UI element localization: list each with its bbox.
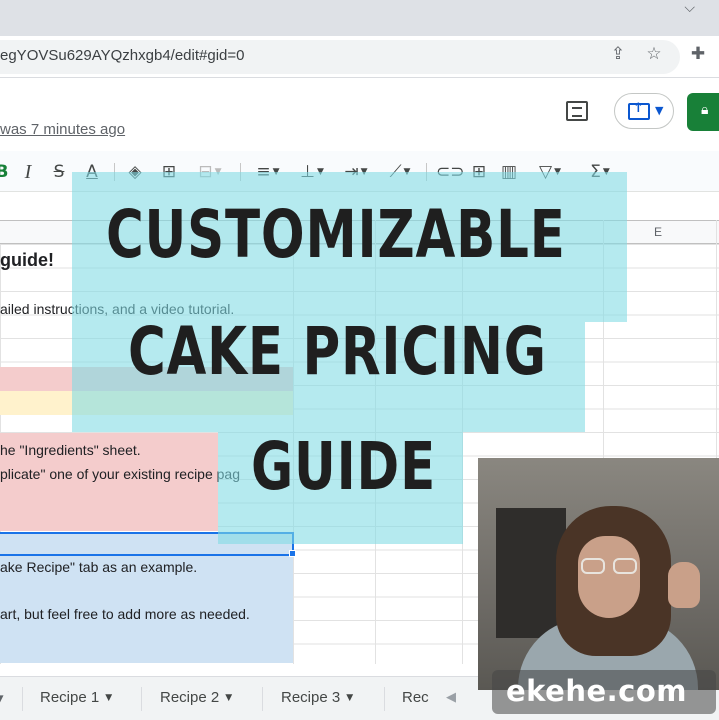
- browser-tabstrip: ⌵: [0, 0, 719, 36]
- italic-button[interactable]: I: [18, 160, 38, 184]
- sheet-tab-label: Recipe 3: [281, 689, 341, 706]
- watermark-text: ekehe.com: [506, 674, 688, 708]
- url-text[interactable]: egYOVSu629AYQzhxgb4/edit#gid=0: [0, 47, 244, 64]
- bold-button[interactable]: B: [0, 160, 10, 184]
- cell-text[interactable]: plicate" one of your existing recipe pag: [0, 466, 240, 482]
- extensions-puzzle-icon[interactable]: ✚: [687, 44, 709, 66]
- tab-scroll-left-icon[interactable]: ◀: [446, 689, 456, 705]
- share-lock-icon: 🔒︎: [701, 102, 709, 118]
- presenter-hand: [668, 562, 700, 608]
- chevron-down-icon: ▼: [225, 693, 233, 704]
- webcam-video: [478, 458, 719, 690]
- cell-text[interactable]: ake Recipe" tab as an example.: [0, 559, 197, 575]
- comment-icon[interactable]: [566, 101, 588, 121]
- chevron-down-icon: ▼: [105, 693, 113, 704]
- presenter-glasses: [581, 558, 639, 574]
- chevron-down-icon: ▼: [655, 104, 664, 117]
- bookmark-star-icon[interactable]: ☆: [643, 44, 665, 66]
- present-button[interactable]: ▼: [614, 93, 674, 129]
- strikethrough-button[interactable]: S: [49, 160, 69, 184]
- overlay-title-line2: CAKE PRICING: [128, 313, 547, 390]
- sheet-tab-recipe-4[interactable]: Rec: [402, 689, 429, 706]
- presenter-face: [578, 536, 640, 618]
- sheet-tab-recipe-1[interactable]: Recipe 1 ▼: [40, 689, 112, 706]
- sheet-tab-label: Recipe 1: [40, 689, 100, 706]
- present-icon: [628, 101, 650, 120]
- sheet-tab-recipe-2[interactable]: Recipe 2 ▼: [160, 689, 232, 706]
- tab-divider: [384, 687, 385, 711]
- last-edit-link[interactable]: was 7 minutes ago: [0, 121, 125, 138]
- share-button[interactable]: 🔒︎: [687, 93, 719, 131]
- sheet-tab-label: Recipe 2: [160, 689, 220, 706]
- sheets-header: was 7 minutes ago ▼ 🔒︎: [0, 79, 719, 151]
- cell-title[interactable]: guide!: [0, 250, 54, 271]
- watermark-badge: ekehe.com: [492, 670, 716, 714]
- browser-address-bar: egYOVSu629AYQzhxgb4/edit#gid=0 ⇪ ☆ ✚: [0, 36, 719, 78]
- tabstrip-chevron-icon[interactable]: ⌵: [684, 0, 695, 16]
- overlay-title-line3: GUIDE: [251, 428, 437, 505]
- chevron-down-icon: ▼: [346, 693, 354, 704]
- fill-handle[interactable]: [289, 550, 296, 557]
- cell-text[interactable]: art, but feel free to add more as needed…: [0, 606, 250, 622]
- chevron-down-icon[interactable]: ▾: [0, 689, 4, 707]
- cell-text[interactable]: he "Ingredients" sheet.: [0, 442, 141, 458]
- tab-divider: [262, 687, 263, 711]
- tab-divider: [141, 687, 142, 711]
- tab-divider: [22, 687, 23, 711]
- overlay-title-line1: CUSTOMIZABLE: [106, 196, 566, 273]
- sheet-tab-recipe-3[interactable]: Recipe 3 ▼: [281, 689, 353, 706]
- column-e-header[interactable]: E: [654, 225, 662, 239]
- share-page-icon[interactable]: ⇪: [607, 44, 629, 66]
